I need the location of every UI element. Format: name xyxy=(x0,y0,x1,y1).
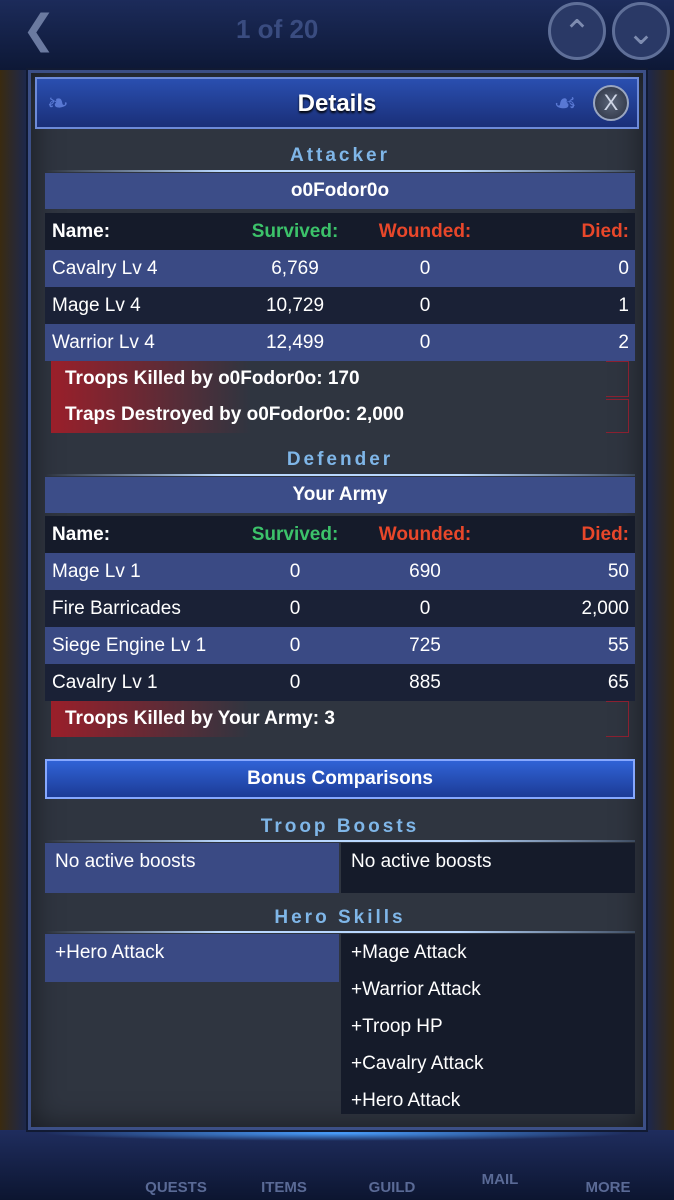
died-value: 65 xyxy=(607,672,629,693)
tab-items[interactable]: ITEMS xyxy=(244,1179,324,1196)
skill-item: +Cavalry Attack xyxy=(351,1053,484,1074)
survived-value: 10,729 xyxy=(265,295,325,316)
skill-item: +Warrior Attack xyxy=(351,979,481,1000)
table-row: Mage Lv 4 10,729 0 1 xyxy=(45,287,635,324)
details-dialog: ❧ ☙ Details X Attacker o0Fodor0o Name: S… xyxy=(28,70,646,1130)
back-arrow-icon[interactable]: ❮ xyxy=(22,8,62,52)
tab-mail[interactable]: MAIL xyxy=(460,1171,540,1188)
frame-corner xyxy=(606,361,629,397)
page-indicator: 1 of 20 xyxy=(236,14,319,44)
chevron-down-icon[interactable]: ⌄ xyxy=(612,2,670,60)
troop-boosts-comparison: No active boosts No active boosts xyxy=(45,843,635,893)
boost-item: No active boosts xyxy=(55,851,196,872)
defender-boosts: No active boosts xyxy=(341,843,635,893)
chevron-up-icon[interactable]: ⌃ xyxy=(548,2,606,60)
header-name: Name: xyxy=(52,221,111,242)
wounded-value: 725 xyxy=(409,635,441,656)
traps-destroyed-text: Traps Destroyed by o0Fodor0o: 2,000 xyxy=(65,404,404,425)
table-row: Fire Barricades 0 0 2,000 xyxy=(45,590,635,627)
bonus-comparisons-header: Bonus Comparisons xyxy=(45,759,635,799)
died-value: 55 xyxy=(607,635,629,656)
troop-name: Siege Engine Lv 1 xyxy=(52,635,207,656)
wounded-value: 0 xyxy=(419,332,431,353)
troops-killed: Troops Killed by Your Army: 3 xyxy=(51,701,629,737)
defender-section-title: Defender xyxy=(286,449,394,470)
attacker-section-title: Attacker xyxy=(289,145,391,166)
frame-corner xyxy=(606,701,629,737)
survived-value: 12,499 xyxy=(265,332,325,353)
troop-name: Mage Lv 4 xyxy=(52,295,141,316)
attacker-player-name: o0Fodor0o xyxy=(45,173,635,209)
survived-value: 0 xyxy=(289,672,301,693)
troop-name: Warrior Lv 4 xyxy=(52,332,155,353)
header-name: Name: xyxy=(52,524,111,545)
hero-skills-title: Hero Skills xyxy=(274,907,406,928)
troop-name: Fire Barricades xyxy=(52,598,181,619)
died-value: 0 xyxy=(618,258,629,279)
header-survived: Survived: xyxy=(251,221,339,242)
traps-destroyed: Traps Destroyed by o0Fodor0o: 2,000 xyxy=(51,397,629,433)
divider xyxy=(45,474,635,476)
skill-item: +Hero Attack xyxy=(55,942,165,963)
died-value: 2,000 xyxy=(581,598,629,619)
skill-item: +Troop HP xyxy=(351,1016,443,1037)
table-row: Cavalry Lv 1 0 885 65 xyxy=(45,664,635,701)
attacker-table: Name: Survived: Wounded: Died: Cavalry L… xyxy=(45,213,635,361)
header-survived: Survived: xyxy=(251,524,339,545)
tab-quests[interactable]: QUESTS xyxy=(136,1179,216,1196)
troops-killed-text: Troops Killed by o0Fodor0o: 170 xyxy=(65,368,360,389)
troop-name: Cavalry Lv 4 xyxy=(52,258,158,279)
table-row: Cavalry Lv 4 6,769 0 0 xyxy=(45,250,635,287)
tab-guild[interactable]: GUILD xyxy=(352,1179,432,1196)
troops-killed-text: Troops Killed by Your Army: 3 xyxy=(65,708,335,729)
hero-skills-comparison: +Hero Attack +Mage Attack +Warrior Attac… xyxy=(45,934,635,1114)
died-value: 50 xyxy=(607,561,629,582)
top-bar: ❮ 1 of 20 ⌃ ⌄ xyxy=(0,0,674,70)
troop-boosts-title: Troop Boosts xyxy=(260,816,420,837)
troop-name: Mage Lv 1 xyxy=(52,561,141,582)
defender-player-name: Your Army xyxy=(45,477,635,513)
defender-table: Name: Survived: Wounded: Died: Mage Lv 1… xyxy=(45,516,635,701)
divider xyxy=(45,931,635,933)
wounded-value: 0 xyxy=(419,258,431,279)
skill-item: +Mage Attack xyxy=(351,942,467,963)
died-value: 1 xyxy=(618,295,629,316)
survived-value: 0 xyxy=(289,635,301,656)
table-row: Mage Lv 1 0 690 50 xyxy=(45,553,635,590)
wounded-value: 690 xyxy=(409,561,441,582)
background-right xyxy=(646,70,674,1130)
wounded-value: 0 xyxy=(419,295,431,316)
divider xyxy=(45,840,635,842)
survived-value: 6,769 xyxy=(271,258,319,279)
wounded-value: 885 xyxy=(409,672,441,693)
header-wounded: Wounded: xyxy=(378,524,472,545)
background-left xyxy=(0,70,28,1130)
defender-kill-summary: Troops Killed by Your Army: 3 xyxy=(51,701,629,737)
skill-item: +Hero Attack xyxy=(351,1090,461,1111)
table-header: Name: Survived: Wounded: Died: xyxy=(45,213,635,250)
table-row: Warrior Lv 4 12,499 0 2 xyxy=(45,324,635,361)
table-row: Siege Engine Lv 1 0 725 55 xyxy=(45,627,635,664)
survived-value: 0 xyxy=(289,561,301,582)
header-died: Died: xyxy=(581,221,630,242)
divider xyxy=(45,170,635,172)
dialog-title: Details xyxy=(297,90,377,117)
frame-corner xyxy=(606,399,629,433)
wounded-value: 0 xyxy=(419,598,431,619)
survived-value: 0 xyxy=(289,598,301,619)
troop-name: Cavalry Lv 1 xyxy=(52,672,158,693)
header-died: Died: xyxy=(581,524,630,545)
tab-more[interactable]: MORE xyxy=(568,1179,648,1196)
troops-killed: Troops Killed by o0Fodor0o: 170 xyxy=(51,361,629,397)
header-wounded: Wounded: xyxy=(378,221,472,242)
attacker-skills: +Hero Attack xyxy=(45,934,339,982)
table-header: Name: Survived: Wounded: Died: xyxy=(45,516,635,553)
defender-skills: +Mage Attack +Warrior Attack +Troop HP +… xyxy=(341,934,635,1114)
close-button[interactable]: X xyxy=(593,85,629,121)
attacker-boosts: No active boosts xyxy=(45,843,339,893)
died-value: 2 xyxy=(618,332,629,353)
boost-item: No active boosts xyxy=(351,851,492,872)
dialog-header: ❧ ☙ Details X xyxy=(35,77,639,129)
attacker-kill-summary: Troops Killed by o0Fodor0o: 170 Traps De… xyxy=(51,361,629,433)
